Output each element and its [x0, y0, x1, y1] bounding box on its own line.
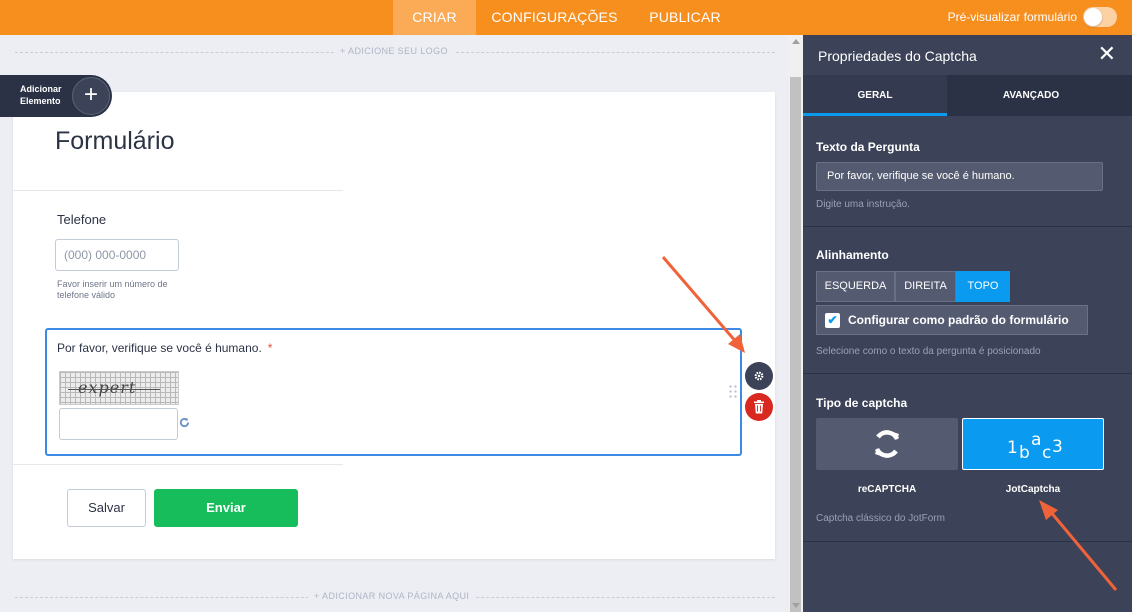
- gear-icon[interactable]: [745, 362, 773, 390]
- toggle-knob: [1084, 8, 1102, 26]
- question-text-input[interactable]: Por favor, verifique se você é humano.: [816, 162, 1103, 191]
- captcha-word: expert: [78, 378, 137, 397]
- phone-label[interactable]: Telefone: [57, 212, 106, 227]
- canvas-scrollbar[interactable]: [788, 35, 803, 612]
- properties-panel: Propriedades do Captcha ✕ GERAL AVANÇADO…: [803, 35, 1132, 612]
- alignment-help: Selecione como o texto da pergunta é pos…: [816, 346, 1041, 357]
- drag-handle-icon[interactable]: [728, 384, 738, 400]
- question-text-help: Digite uma instrução.: [816, 199, 910, 210]
- default-alignment-label: Configurar como padrão do formulário: [848, 313, 1069, 327]
- align-left-button[interactable]: ESQUERDA: [816, 271, 895, 302]
- section-divider: [803, 373, 1132, 374]
- panel-title: Propriedades do Captcha: [818, 48, 977, 64]
- captcha-image: expert: [59, 371, 179, 405]
- checkbox-checked-icon[interactable]: ✔: [825, 313, 840, 328]
- section-divider: [803, 541, 1132, 542]
- tab-publicar[interactable]: PUBLICAR: [640, 0, 730, 35]
- svg-text:3: 3: [1052, 437, 1063, 457]
- alignment-label: Alinhamento: [816, 248, 889, 262]
- recaptcha-icon: [874, 430, 900, 458]
- svg-text:c: c: [1042, 443, 1051, 463]
- captcha-question-text: Por favor, verifique se você é humano.: [57, 341, 262, 355]
- captcha-strike: [68, 389, 160, 390]
- form-title[interactable]: Formulário: [55, 127, 174, 156]
- close-icon[interactable]: ✕: [1098, 43, 1116, 65]
- svg-text:b: b: [1019, 443, 1030, 463]
- recaptcha-option[interactable]: [816, 418, 958, 470]
- jotcaptcha-preview-icon: 1 b a c 3: [1007, 430, 1063, 463]
- scrollbar-thumb[interactable]: [790, 77, 801, 612]
- tab-avancado[interactable]: AVANÇADO: [959, 75, 1103, 116]
- recaptcha-label[interactable]: reCAPTCHA: [816, 484, 958, 495]
- phone-input[interactable]: (000) 000-0000: [55, 239, 179, 271]
- trash-icon[interactable]: [745, 393, 773, 421]
- phone-help-text: Favor inserir um número de telefone váli…: [57, 279, 168, 300]
- preview-toggle[interactable]: [1083, 7, 1117, 27]
- add-page-link[interactable]: + ADICIONAR NOVA PÁGINA AQUI: [308, 591, 476, 601]
- plus-icon[interactable]: +: [72, 77, 110, 115]
- scroll-down-icon[interactable]: [792, 603, 800, 608]
- top-bar: CRIAR CONFIGURAÇÕES PUBLICAR Pré-visuali…: [0, 0, 1132, 35]
- add-element-label: Adicionar Elemento: [20, 84, 62, 106]
- captcha-question[interactable]: Por favor, verifique se você é humano. *: [57, 341, 272, 355]
- required-mark: *: [267, 341, 273, 355]
- tab-configuracoes[interactable]: CONFIGURAÇÕES: [483, 0, 626, 35]
- question-text-label: Texto da Pergunta: [816, 140, 920, 154]
- scroll-up-icon[interactable]: [792, 39, 800, 44]
- captcha-type-label: Tipo de captcha: [816, 396, 908, 410]
- tab-criar[interactable]: CRIAR: [393, 0, 476, 35]
- preview-label: Pré-visualizar formulário: [947, 10, 1077, 24]
- title-divider: [13, 190, 343, 191]
- panel-tabs: GERAL AVANÇADO: [803, 75, 1132, 116]
- buttons-divider: [13, 464, 343, 465]
- add-logo-link[interactable]: + ADICIONE SEU LOGO: [334, 46, 454, 56]
- svg-text:a: a: [1031, 430, 1041, 450]
- captcha-input[interactable]: [59, 408, 178, 440]
- add-element-button[interactable]: Adicionar Elemento +: [0, 75, 112, 117]
- jotcaptcha-label[interactable]: JotCaptcha: [962, 484, 1104, 495]
- save-button[interactable]: Salvar: [67, 489, 146, 527]
- align-right-button[interactable]: DIREITA: [895, 271, 956, 302]
- captcha-type-help: Captcha clássico do JotForm: [816, 513, 945, 524]
- section-divider: [803, 226, 1132, 227]
- align-top-button[interactable]: TOPO: [956, 271, 1010, 302]
- default-alignment-checkbox-row[interactable]: ✔ Configurar como padrão do formulário: [816, 305, 1088, 335]
- jotcaptcha-option[interactable]: 1 b a c 3: [962, 418, 1104, 470]
- reload-icon[interactable]: [179, 417, 190, 431]
- svg-text:1: 1: [1007, 438, 1018, 458]
- send-button[interactable]: Enviar: [154, 489, 298, 527]
- panel-header: Propriedades do Captcha ✕: [803, 35, 1132, 75]
- tab-geral[interactable]: GERAL: [803, 75, 947, 116]
